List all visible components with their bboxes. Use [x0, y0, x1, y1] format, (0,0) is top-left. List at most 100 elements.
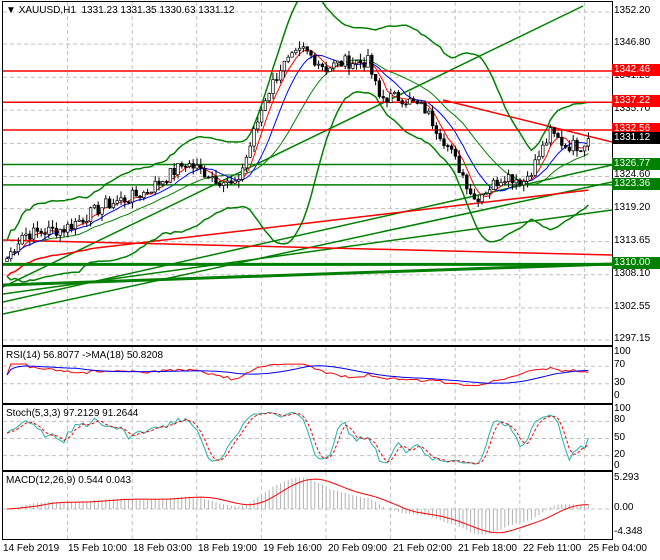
candle-body: [225, 180, 230, 183]
candle-body: [301, 46, 306, 49]
candle-body: [81, 219, 85, 223]
price-axis-label: 1319.20: [614, 201, 651, 213]
candle-body: [176, 163, 180, 176]
time-axis-label: 25 Feb 04:00: [588, 543, 647, 554]
candle-body: [221, 182, 226, 186]
candle-body: [541, 144, 545, 157]
candle-body: [560, 137, 564, 146]
candle-body: [427, 110, 431, 114]
candle-body: [119, 197, 123, 201]
candle-body: [446, 145, 450, 147]
rsi-line: [6, 363, 589, 387]
candle-body: [39, 230, 43, 234]
price-level-tag: 1323.36: [612, 177, 660, 190]
candle-body: [305, 46, 309, 52]
macd-axis-label: -4.348: [614, 526, 643, 538]
candle-body: [529, 175, 534, 177]
candle-body: [252, 128, 256, 147]
price-axis-label: 1297.15: [614, 332, 651, 344]
candle-body: [271, 79, 275, 94]
rsi-ma-line: [6, 365, 589, 384]
candle-body: [202, 168, 207, 178]
price-level-tag: 1342.46: [612, 64, 660, 77]
candle-body: [275, 79, 279, 81]
trendline: [3, 5, 584, 288]
candle-body: [12, 251, 17, 253]
current-price-tag: 1331.12: [612, 131, 660, 144]
candle-body: [320, 63, 325, 68]
candle-body: [575, 139, 579, 152]
candle-body: [514, 179, 518, 184]
price-level-tag: 1326.77: [612, 157, 660, 170]
chart-header: ▼ XAUUSD,H1 1331.23 1331.35 1330.63 1331…: [6, 5, 234, 16]
candle-body: [126, 201, 131, 204]
time-axis-label: 19 Feb 16:00: [263, 543, 322, 554]
price-axis-label: 1302.55: [614, 300, 651, 312]
macd-axis-label: 5.293: [614, 472, 640, 484]
candle-body: [533, 159, 537, 176]
candle-body: [16, 243, 21, 252]
candle-body: [499, 182, 503, 187]
candle-body: [183, 165, 188, 168]
candle-body: [518, 179, 522, 186]
candle-body: [438, 133, 442, 140]
candle-body: [351, 63, 355, 69]
candle-body: [480, 194, 484, 202]
candle-body: [579, 150, 583, 153]
candle-body: [233, 180, 237, 184]
candle-body: [134, 189, 138, 197]
candle-body: [210, 176, 214, 179]
candle-body: [149, 191, 154, 194]
candle-body: [130, 189, 135, 203]
candle-body: [244, 156, 249, 169]
stoch-axis-label: 50: [614, 431, 626, 443]
main-price-chart[interactable]: [2, 1, 613, 346]
candle-body: [47, 226, 51, 235]
candle-body: [465, 174, 469, 190]
candle-body: [556, 133, 560, 138]
candle-body: [400, 100, 404, 105]
candle-body: [85, 221, 89, 223]
candle-body: [259, 109, 264, 123]
candle-body: [548, 127, 553, 144]
trendline: [442, 99, 612, 143]
candle-body: [385, 97, 389, 103]
time-axis-label: 21 Feb 18:00: [458, 543, 517, 554]
candle-body: [430, 110, 435, 127]
candle-body: [237, 178, 241, 182]
candle-body: [294, 49, 298, 54]
candle-body: [218, 182, 222, 186]
rsi-axis-label: 100: [614, 346, 631, 357]
candle-body: [373, 73, 378, 82]
time-axis-label: 18 Feb 19:00: [198, 543, 257, 554]
candle-body: [392, 92, 397, 95]
candle-body: [457, 155, 461, 173]
stoch-axis-label: 80: [614, 414, 626, 426]
candle-body: [434, 125, 439, 134]
candle-body: [54, 227, 59, 236]
candle-body: [282, 60, 287, 72]
candle-body: [229, 180, 233, 184]
candle-body: [510, 174, 515, 184]
candle-body: [100, 207, 104, 215]
collapse-triangle-icon[interactable]: ▼: [6, 5, 19, 16]
candle-body: [168, 168, 173, 183]
time-axis-label: 18 Feb 03:00: [133, 543, 192, 554]
candle-body: [278, 70, 283, 81]
time-axis-label: 21 Feb 02:00: [393, 543, 452, 554]
stoch-axis-label: 100: [614, 403, 631, 414]
candle-body: [123, 197, 127, 203]
candle-body: [191, 163, 195, 169]
candle-body: [35, 227, 40, 232]
ohlc-values: 1331.23 1331.35 1330.63 1331.12: [81, 5, 235, 16]
stoch-axis-label: 20: [614, 448, 626, 460]
candle-body: [111, 203, 116, 209]
candle-body: [408, 98, 412, 105]
candle-body: [199, 164, 203, 169]
candle-body: [567, 146, 572, 152]
candle-body: [180, 163, 184, 167]
candle-body: [525, 175, 530, 182]
candle-body: [309, 50, 313, 56]
candle-body: [187, 163, 192, 167]
candle-body: [332, 62, 336, 69]
